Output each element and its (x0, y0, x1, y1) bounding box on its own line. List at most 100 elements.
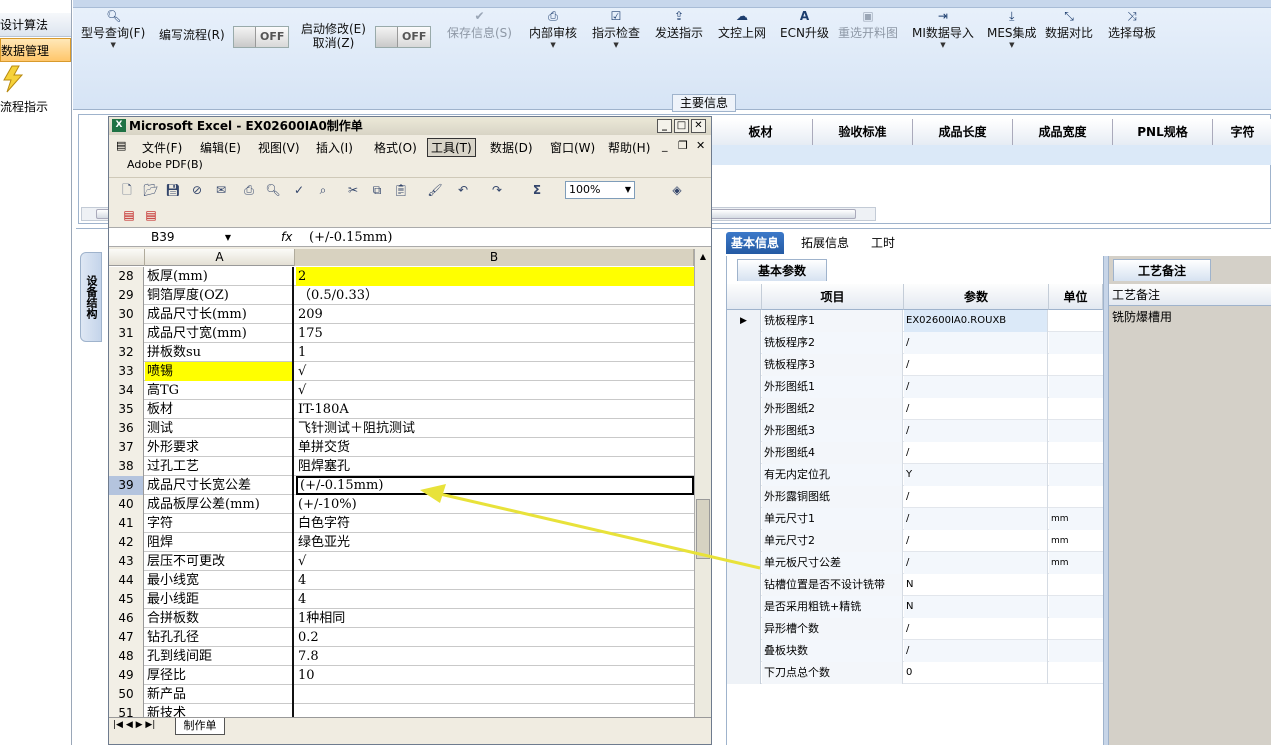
cell-a[interactable]: 测试 (145, 419, 294, 438)
cell-b[interactable]: 4 (296, 571, 694, 590)
reselect-cut-button[interactable]: ▣ 重选开料图 (838, 10, 898, 41)
doc-close-icon[interactable]: ✕ (693, 139, 708, 152)
col-header-width[interactable]: 成品宽度 (1013, 119, 1113, 145)
write-flow-button[interactable]: 编写流程(R) (159, 28, 225, 43)
cell-a[interactable]: 拼板数su (145, 343, 294, 362)
format-painter-icon[interactable]: 🖌︎ (427, 182, 443, 198)
cell-a[interactable]: 高TG (145, 381, 294, 400)
autosum-icon[interactable]: Σ (529, 182, 545, 198)
row-number[interactable]: 46 (109, 609, 144, 628)
cell-b[interactable] (296, 685, 694, 704)
cell-b[interactable]: （0.5/0.33） (296, 286, 694, 305)
cell-a[interactable]: 成品尺寸长(mm) (145, 305, 294, 324)
row-number[interactable]: 48 (109, 647, 144, 666)
menu-insert[interactable]: 插入(I) (313, 139, 356, 156)
param-row[interactable]: 下刀点总个数 0 (727, 662, 1103, 684)
col-header-acceptance[interactable]: 验收标准 (813, 119, 913, 145)
tab-basic-params[interactable]: 基本参数 (737, 259, 827, 281)
formula-input[interactable]: (+/-0.15mm) (309, 228, 392, 247)
row-number[interactable]: 37 (109, 438, 144, 457)
name-box[interactable]: B39 ▼ (111, 229, 235, 246)
menu-data[interactable]: 数据(D) (487, 139, 536, 156)
select-motherboard-button[interactable]: ⤨ 选择母板 (1108, 10, 1156, 41)
undo-icon[interactable]: ↶ (455, 182, 471, 198)
cell-b[interactable]: √ (296, 552, 694, 571)
cell-a[interactable]: 成品尺寸宽(mm) (145, 324, 294, 343)
cell-b[interactable]: 1 (296, 343, 694, 362)
row-number[interactable]: 41 (109, 514, 144, 533)
cell-a[interactable]: 最小线宽 (145, 571, 294, 590)
cell-b[interactable]: (+/-0.15mm) (296, 476, 694, 495)
param-value[interactable]: / (904, 354, 1048, 376)
cell-a[interactable]: 铜箔厚度(OZ) (145, 286, 294, 305)
data-compare-button[interactable]: ⤡ 数据对比 (1045, 10, 1093, 41)
menu-tools[interactable]: 工具(T) (427, 138, 476, 157)
menu-window[interactable]: 窗口(W) (547, 139, 598, 156)
param-value[interactable]: / (904, 442, 1048, 464)
new-icon[interactable]: 🗋︎ (119, 182, 135, 198)
param-value[interactable]: / (904, 486, 1048, 508)
cell-a[interactable]: 过孔工艺 (145, 457, 294, 476)
col-header-char[interactable]: 字符 (1213, 119, 1271, 145)
cell-b[interactable]: 阻焊塞孔 (296, 457, 694, 476)
param-value[interactable]: / (904, 508, 1048, 530)
param-value[interactable]: / (904, 398, 1048, 420)
cell-b[interactable]: 2 (296, 267, 694, 286)
cell-b[interactable]: 0.2 (296, 628, 694, 647)
param-value[interactable]: EX02600IA0.ROUXB (904, 310, 1048, 332)
nav-item-data-management[interactable]: 数据管理 (0, 38, 71, 62)
row-number[interactable]: 39 (109, 476, 144, 495)
mi-import-button[interactable]: ⇥ MI数据导入 ▼ (912, 10, 974, 49)
side-tab-equipment[interactable]: 设备结构 (80, 252, 102, 342)
cell-a[interactable]: 成品尺寸长宽公差 (145, 476, 294, 495)
sheet-tab-production[interactable]: 制作单 (175, 718, 225, 735)
param-value[interactable]: / (904, 552, 1048, 574)
row-number[interactable]: 50 (109, 685, 144, 704)
param-row[interactable]: 异形槽个数 / (727, 618, 1103, 640)
model-query-button[interactable]: 🔍︎ 型号查询(F) ▼ (81, 10, 145, 49)
nav-item-process-instruction[interactable]: 流程指示 (0, 95, 71, 119)
select-all-corner[interactable] (109, 249, 145, 266)
cell-a[interactable]: 层压不可更改 (145, 552, 294, 571)
cell-b[interactable]: 白色字符 (296, 514, 694, 533)
col-header-length[interactable]: 成品长度 (913, 119, 1013, 145)
scrollbar-thumb[interactable] (696, 499, 710, 559)
param-row[interactable]: 外形图纸3/ (727, 420, 1103, 442)
cell-b[interactable]: 4 (296, 590, 694, 609)
col-header-param[interactable]: 参数 (904, 284, 1049, 310)
zoom-select[interactable]: 100% ▼ (565, 181, 635, 199)
instruction-check-button[interactable]: ☑ 指示检查 ▼ (592, 10, 640, 49)
permission-icon[interactable]: ⊘ (189, 182, 205, 198)
upper-grid-selected-row[interactable] (709, 145, 1271, 165)
cell-a[interactable]: 合拼板数 (145, 609, 294, 628)
param-value[interactable]: N (904, 596, 1048, 618)
param-row[interactable]: ▶ 铣板程序1 EX02600IA0.ROUXB (727, 310, 1103, 332)
param-row[interactable]: 外形图纸1/ (727, 376, 1103, 398)
param-row[interactable]: 是否采用粗铣+精铣 N (727, 596, 1103, 618)
param-row[interactable]: 钻槽位置是否不设计铣带 N (727, 574, 1103, 596)
row-number[interactable]: 40 (109, 495, 144, 514)
cell-b[interactable]: √ (296, 362, 694, 381)
row-number[interactable]: 29 (109, 286, 144, 305)
menu-file[interactable]: 文件(F) (139, 139, 185, 156)
param-value[interactable]: / (904, 332, 1048, 354)
param-value[interactable]: / (904, 640, 1048, 662)
cell-a[interactable]: 成品板厚公差(mm) (145, 495, 294, 514)
mail-icon[interactable]: ✉ (213, 182, 229, 198)
cell-b[interactable]: 飞针测试＋阻抗测试 (296, 419, 694, 438)
cell-a[interactable]: 字符 (145, 514, 294, 533)
cut-icon[interactable]: ✂ (345, 182, 361, 198)
row-number[interactable]: 38 (109, 457, 144, 476)
menu-help[interactable]: 帮助(H) (605, 139, 653, 156)
internal-review-button[interactable]: ⎙ 内部审核 ▼ (529, 10, 577, 49)
param-row[interactable]: 外形露铜图纸 / (727, 486, 1103, 508)
doc-minimize-icon[interactable]: _ (659, 139, 671, 152)
col-header-item[interactable]: 项目 (762, 284, 904, 310)
col-header-pnl[interactable]: PNL规格 (1113, 119, 1213, 145)
print-icon[interactable]: ⎙ (241, 182, 257, 198)
param-row[interactable]: 铣板程序2/ (727, 332, 1103, 354)
tab-craft-notes[interactable]: 工艺备注 (1113, 259, 1211, 281)
param-value[interactable]: Y (904, 464, 1048, 486)
row-number[interactable]: 32 (109, 343, 144, 362)
cell-a[interactable]: 板厚(mm) (145, 267, 294, 286)
